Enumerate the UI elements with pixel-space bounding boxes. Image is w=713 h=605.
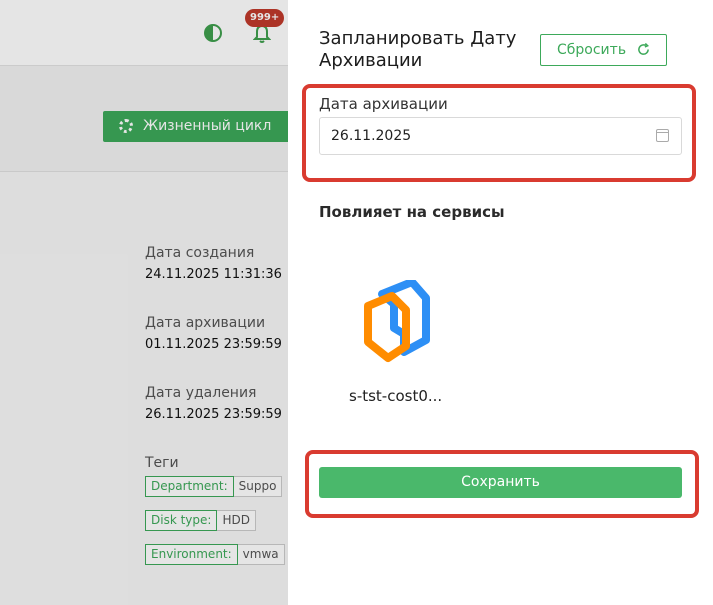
archive-date-value: 26.11.2025 — [331, 128, 412, 144]
reset-button[interactable]: Сбросить — [540, 34, 667, 66]
archive-date-input[interactable]: 26.11.2025 — [319, 117, 682, 155]
refresh-icon — [638, 43, 650, 55]
save-button[interactable]: Сохранить — [319, 467, 682, 498]
reset-button-label: Сбросить — [557, 42, 627, 58]
service-logo-icon[interactable] — [364, 280, 430, 366]
archive-date-drawer: Запланировать Дату Архивации Сбросить Да… — [288, 0, 713, 605]
archive-date-label: Дата архивации — [319, 95, 448, 113]
calendar-icon[interactable] — [656, 129, 669, 142]
drawer-title: Запланировать Дату Архивации — [319, 28, 517, 71]
service-name[interactable]: s-tst-cost0... — [349, 387, 442, 405]
affects-services-heading: Повлияет на сервисы — [319, 203, 505, 221]
